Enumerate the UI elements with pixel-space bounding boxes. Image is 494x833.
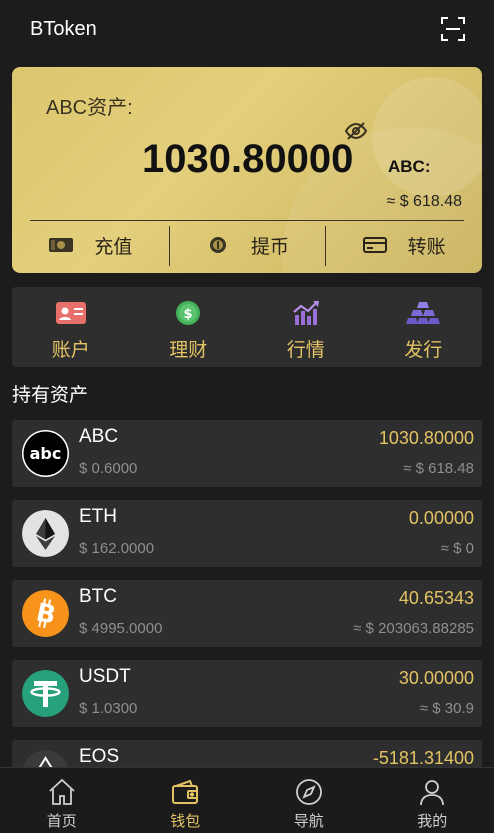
asset-amount: 1030.80000 bbox=[378, 428, 474, 448]
id-card-icon bbox=[55, 302, 86, 324]
eth-logo-icon bbox=[22, 510, 69, 557]
transfer-label: 转账 bbox=[407, 235, 446, 258]
usdt-logo-icon bbox=[22, 670, 69, 717]
card-actions: 充值 提币 转账 bbox=[12, 222, 482, 268]
quick-item-label: 账户 bbox=[51, 339, 90, 361]
tab-navigation[interactable]: 导航 bbox=[247, 768, 371, 833]
card-icon bbox=[362, 237, 387, 253]
quick-item-label: 理财 bbox=[169, 339, 208, 361]
asset-value: ≈ $ 0 bbox=[440, 540, 474, 557]
balance-amount: 1030.80000 bbox=[142, 137, 354, 181]
dollar-coin-icon: $ bbox=[176, 301, 201, 325]
card-divider bbox=[30, 220, 464, 221]
balance-currency: ABC: bbox=[388, 157, 431, 176]
tab-profile[interactable]: 我的 bbox=[371, 768, 494, 833]
wallet-icon bbox=[172, 779, 199, 804]
asset-price: $ 4995.0000 bbox=[79, 620, 163, 637]
cash-icon bbox=[49, 238, 74, 252]
tab-home[interactable]: 首页 bbox=[0, 768, 124, 833]
asset-row-btc[interactable]: B BTC $ 4995.0000 40.65343 ≈ $ 203063.88… bbox=[12, 580, 482, 647]
asset-price: $ 1.0300 bbox=[79, 700, 138, 717]
asset-amount: 30.00000 bbox=[398, 668, 474, 688]
asset-row-eth[interactable]: ETH $ 162.0000 0.00000 ≈ $ 0 bbox=[12, 500, 482, 567]
asset-price: $ 0.6000 bbox=[79, 460, 138, 477]
asset-symbol: EOS bbox=[79, 746, 120, 767]
asset-price: $ 162.0000 bbox=[79, 540, 155, 557]
asset-symbol: ABC bbox=[79, 426, 119, 447]
card-decoration bbox=[372, 77, 482, 197]
section-title: 持有资产 bbox=[12, 384, 89, 406]
deposit-label: 充值 bbox=[94, 235, 133, 258]
btc-logo-icon: B bbox=[22, 590, 69, 637]
balance-fiat-value: ≈ $ 618.48 bbox=[386, 193, 462, 210]
scan-icon[interactable] bbox=[440, 16, 466, 42]
tab-label: 导航 bbox=[293, 812, 324, 830]
app-title: BToken bbox=[30, 17, 97, 40]
quick-item-market[interactable]: 行情 bbox=[247, 287, 365, 367]
asset-amount: -5181.31400 bbox=[372, 748, 474, 768]
withdraw-label: 提币 bbox=[251, 235, 290, 258]
transfer-button[interactable]: 转账 bbox=[325, 222, 482, 268]
quick-item-label: 发行 bbox=[404, 339, 443, 361]
asset-row-abc[interactable]: abc ABC $ 0.6000 1030.80000 ≈ $ 618.48 bbox=[12, 420, 482, 487]
balance-card: ABC资产: 1030.80000 ABC: ≈ $ 618.48 充值 提币 bbox=[12, 67, 482, 273]
quick-menu: 账户 $ 理财 行情 发行 bbox=[12, 287, 482, 367]
asset-value: ≈ $ 203063.88285 bbox=[353, 620, 474, 637]
asset-label: ABC资产: bbox=[46, 97, 133, 119]
app-header: BToken bbox=[0, 0, 494, 58]
compass-icon bbox=[295, 779, 322, 805]
trend-chart-icon bbox=[293, 301, 319, 325]
user-icon bbox=[420, 780, 445, 806]
asset-value: ≈ $ 30.9 bbox=[419, 700, 474, 717]
asset-symbol: BTC bbox=[79, 586, 117, 607]
svg-text:abc: abc bbox=[30, 444, 62, 463]
asset-amount: 40.65343 bbox=[398, 588, 474, 608]
svg-text:$: $ bbox=[184, 307, 193, 322]
tab-label: 我的 bbox=[417, 812, 448, 830]
asset-value: ≈ $ 618.48 bbox=[403, 460, 474, 477]
deposit-button[interactable]: 充值 bbox=[12, 222, 169, 268]
tab-label: 钱包 bbox=[170, 812, 201, 830]
asset-row-usdt[interactable]: USDT $ 1.0300 30.00000 ≈ $ 30.9 bbox=[12, 660, 482, 727]
tab-label: 首页 bbox=[46, 812, 77, 830]
asset-amount: 0.00000 bbox=[408, 508, 474, 528]
coin-icon bbox=[210, 237, 226, 253]
bottom-tab-bar: 首页 钱包 导航 我的 bbox=[0, 767, 494, 833]
asset-list: abc ABC $ 0.6000 1030.80000 ≈ $ 618.48 E… bbox=[12, 420, 482, 820]
quick-item-issue[interactable]: 发行 bbox=[365, 287, 483, 367]
asset-symbol: USDT bbox=[79, 666, 131, 687]
gold-bars-icon bbox=[406, 302, 441, 324]
asset-symbol: ETH bbox=[79, 506, 117, 527]
abc-logo-icon: abc bbox=[22, 430, 69, 477]
quick-item-account[interactable]: 账户 bbox=[12, 287, 130, 367]
withdraw-button[interactable]: 提币 bbox=[168, 222, 326, 268]
tab-wallet[interactable]: 钱包 bbox=[124, 768, 248, 833]
quick-item-finance[interactable]: $ 理财 bbox=[130, 287, 248, 367]
home-icon bbox=[49, 778, 75, 805]
quick-item-label: 行情 bbox=[286, 339, 325, 361]
